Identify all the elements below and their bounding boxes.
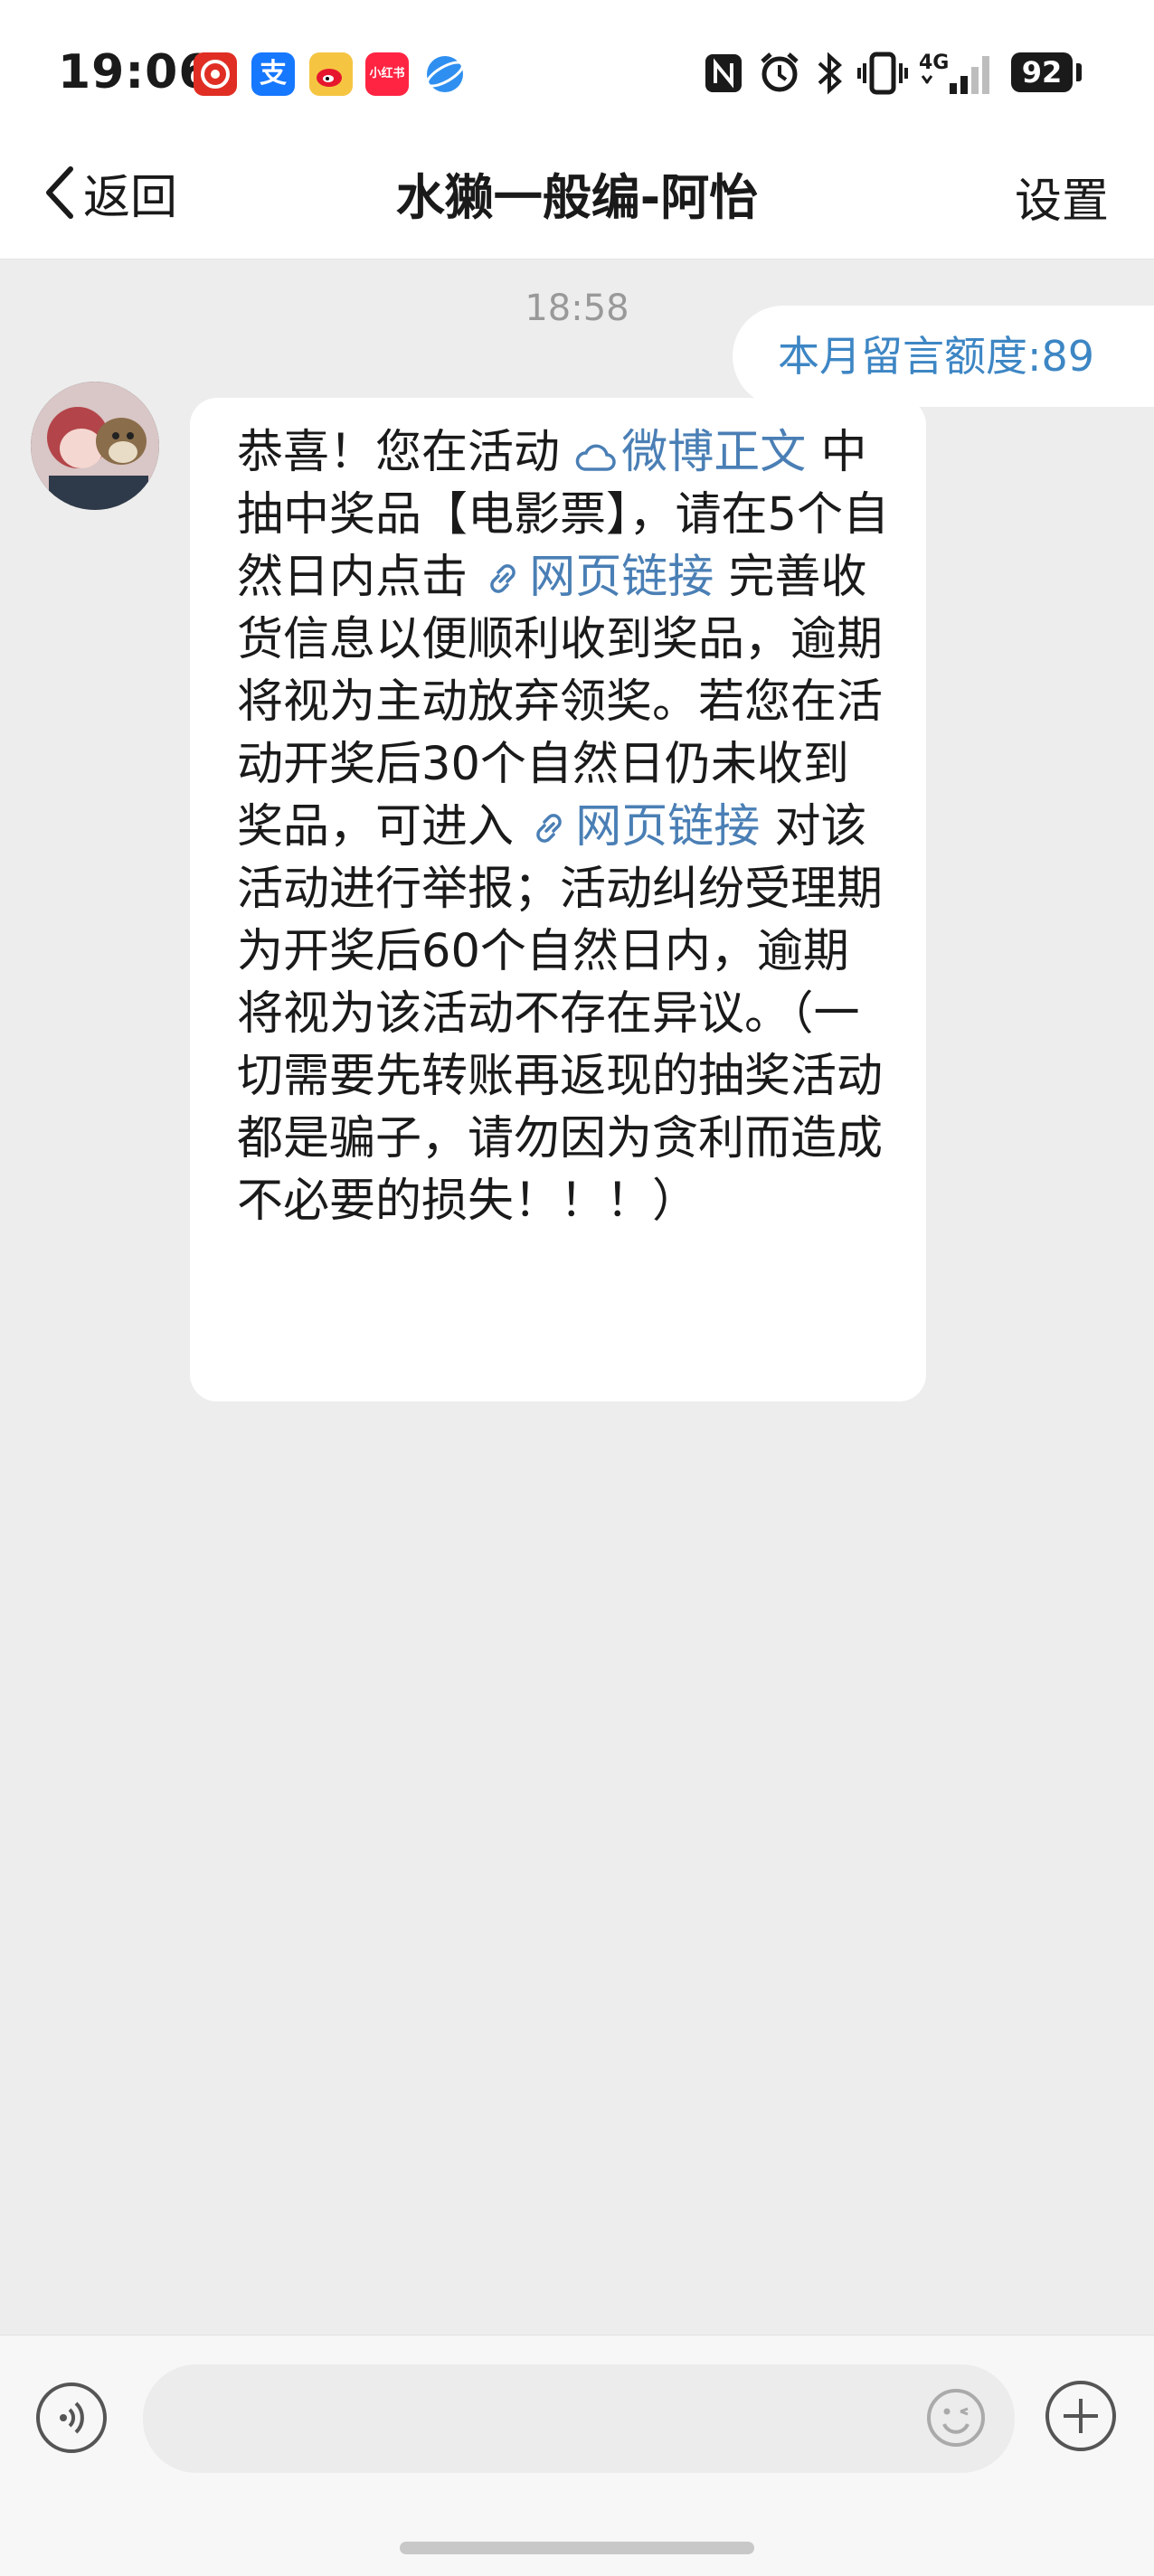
alipay-icon: 支 (251, 52, 295, 96)
xiaohongshu-icon: 小红书 (365, 52, 409, 96)
voice-button[interactable] (36, 2383, 107, 2453)
status-bar: 19:06 支 小红书 4G 92 (0, 0, 1154, 145)
page-title: 水獭一般编-阿怡 (395, 169, 759, 226)
alarm-icon (761, 52, 799, 92)
emoji-button[interactable] (924, 2386, 988, 2449)
battery-tip (1076, 63, 1082, 81)
browser-icon (423, 52, 467, 96)
web-link[interactable]: 网页链接 (482, 551, 714, 604)
plus-icon (1045, 2381, 1116, 2451)
settings-button[interactable]: 设置 (1015, 163, 1109, 231)
home-indicator[interactable] (400, 2542, 754, 2554)
svg-text:4G: 4G (919, 52, 949, 74)
message-segment: 恭喜！您在活动 (237, 426, 575, 479)
report-link-label: 网页链接 (575, 800, 761, 854)
message-segment: 对该活动进行举报；活动纠纷受理期为开奖后60个自然日内，逾期将视为该活动不存在异… (237, 800, 884, 1228)
pinduoduo-icon (194, 52, 237, 96)
battery-level: 92 (1011, 52, 1073, 92)
input-bar (0, 2335, 1154, 2576)
quota-badge: 本月留言额度:89 (733, 306, 1154, 407)
weibo-post-link-label: 微博正文 (621, 426, 807, 479)
signal-icon: 4G (919, 52, 989, 94)
web-link-label: 网页链接 (529, 551, 714, 604)
status-time: 19:06 (58, 45, 213, 99)
weibo-icon (309, 52, 353, 96)
message-input[interactable] (143, 2364, 1015, 2473)
navbar: 返回 水獭一般编-阿怡 设置 (0, 127, 1154, 259)
vibrate-icon (857, 52, 908, 95)
link-icon (536, 814, 563, 843)
voice-icon (60, 2401, 84, 2434)
avatar[interactable] (31, 382, 159, 510)
cloud-icon (575, 444, 616, 471)
report-link[interactable]: 网页链接 (528, 800, 760, 854)
message-text: 恭喜！您在活动 微博正文 中抽中奖品【电影票】，请在5个自然日内点击 网页链接 … (237, 421, 894, 1232)
emoji-icon (927, 2389, 985, 2447)
message-bubble: 恭喜！您在活动 微博正文 中抽中奖品【电影票】，请在5个自然日内点击 网页链接 … (190, 398, 926, 1401)
bluetooth-icon (818, 52, 842, 95)
link-icon (490, 564, 516, 593)
add-button[interactable] (1044, 2379, 1118, 2453)
nfc-icon (705, 54, 742, 92)
weibo-post-link[interactable]: 微博正文 (574, 426, 806, 479)
